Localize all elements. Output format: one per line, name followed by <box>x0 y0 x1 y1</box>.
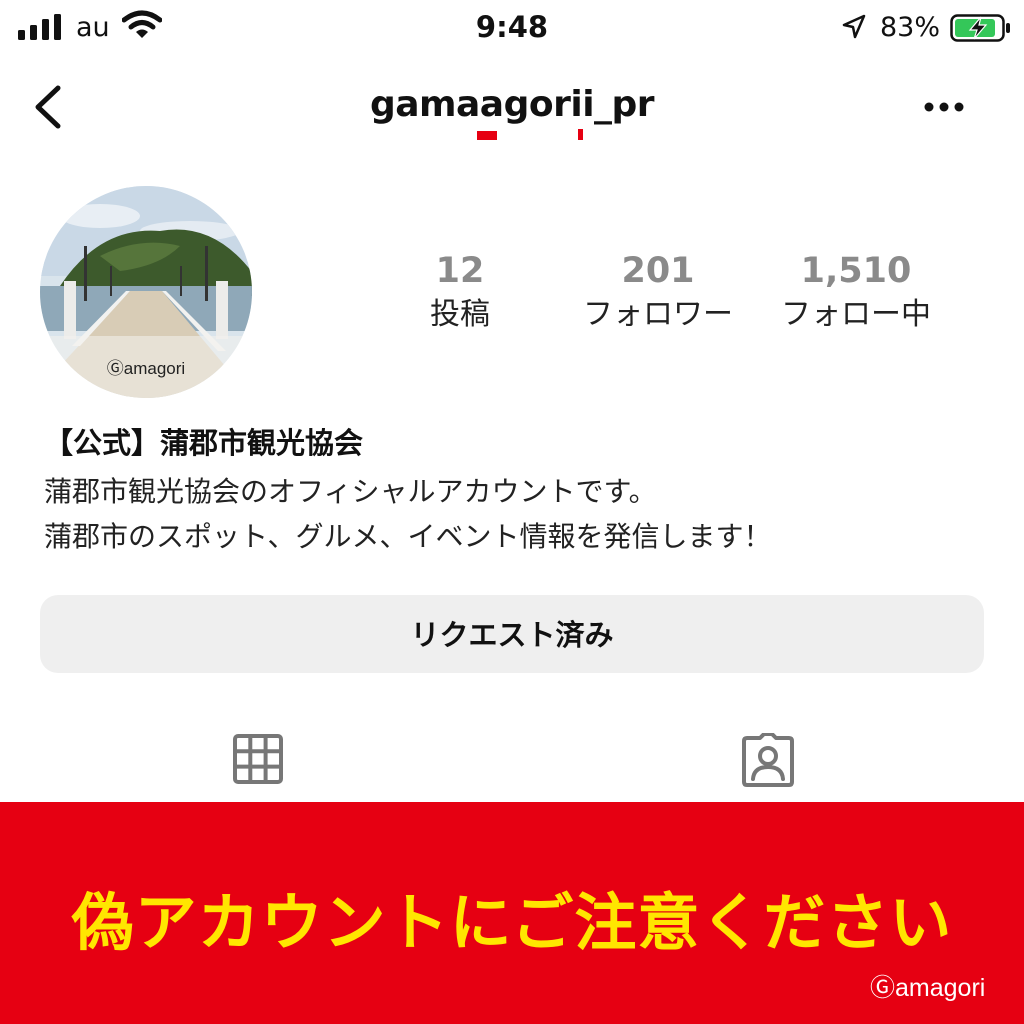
stat-followers-count: 201 <box>621 251 695 291</box>
fake-account-warning: 偽アカウントにご注意ください <box>71 886 953 959</box>
avatar-watermark: Ⓖamagori <box>106 359 186 378</box>
battery-percent: 83% <box>880 12 941 43</box>
tagged-person-icon[interactable] <box>740 733 796 787</box>
highlight-mark <box>477 131 497 140</box>
stat-following[interactable]: 1,510 フォロー中 <box>756 250 956 336</box>
stat-posts-count: 12 <box>435 251 485 291</box>
profile-full-name: 【公式】蒲郡市観光協会 <box>44 426 364 460</box>
status-bar: au 9:48 83% <box>0 0 1024 60</box>
bio-line: 蒲郡市観光協会のオフィシャルアカウントです。 <box>44 475 657 508</box>
grid-icon[interactable] <box>232 733 284 785</box>
stat-following-label: フォロー中 <box>781 297 931 332</box>
stat-following-count: 1,510 <box>800 251 912 291</box>
battery-charging-icon <box>950 14 1010 42</box>
location-arrow-icon <box>842 14 866 39</box>
stat-posts-label: 投稿 <box>430 297 490 332</box>
requested-button[interactable]: リクエスト済み <box>40 595 984 673</box>
stat-posts[interactable]: 12 投稿 <box>360 250 560 336</box>
profile-avatar[interactable]: Ⓖamagori <box>40 186 252 398</box>
status-time: 9:48 <box>475 10 549 44</box>
stat-followers-label: フォロワー <box>583 297 733 332</box>
warning-banner: 偽アカウントにご注意ください Ⓖamagori <box>0 802 1024 1024</box>
stat-followers[interactable]: 201 フォロワー <box>558 250 758 336</box>
bio-line: 蒲郡市のスポット、グルメ、イベント情報を発信します！ <box>44 520 772 553</box>
gamagori-logo: Ⓖamagori <box>870 974 986 1002</box>
more-options-icon[interactable] <box>922 100 966 114</box>
highlight-mark <box>578 129 583 140</box>
profile-username: gamaagorii_pr <box>369 84 655 125</box>
